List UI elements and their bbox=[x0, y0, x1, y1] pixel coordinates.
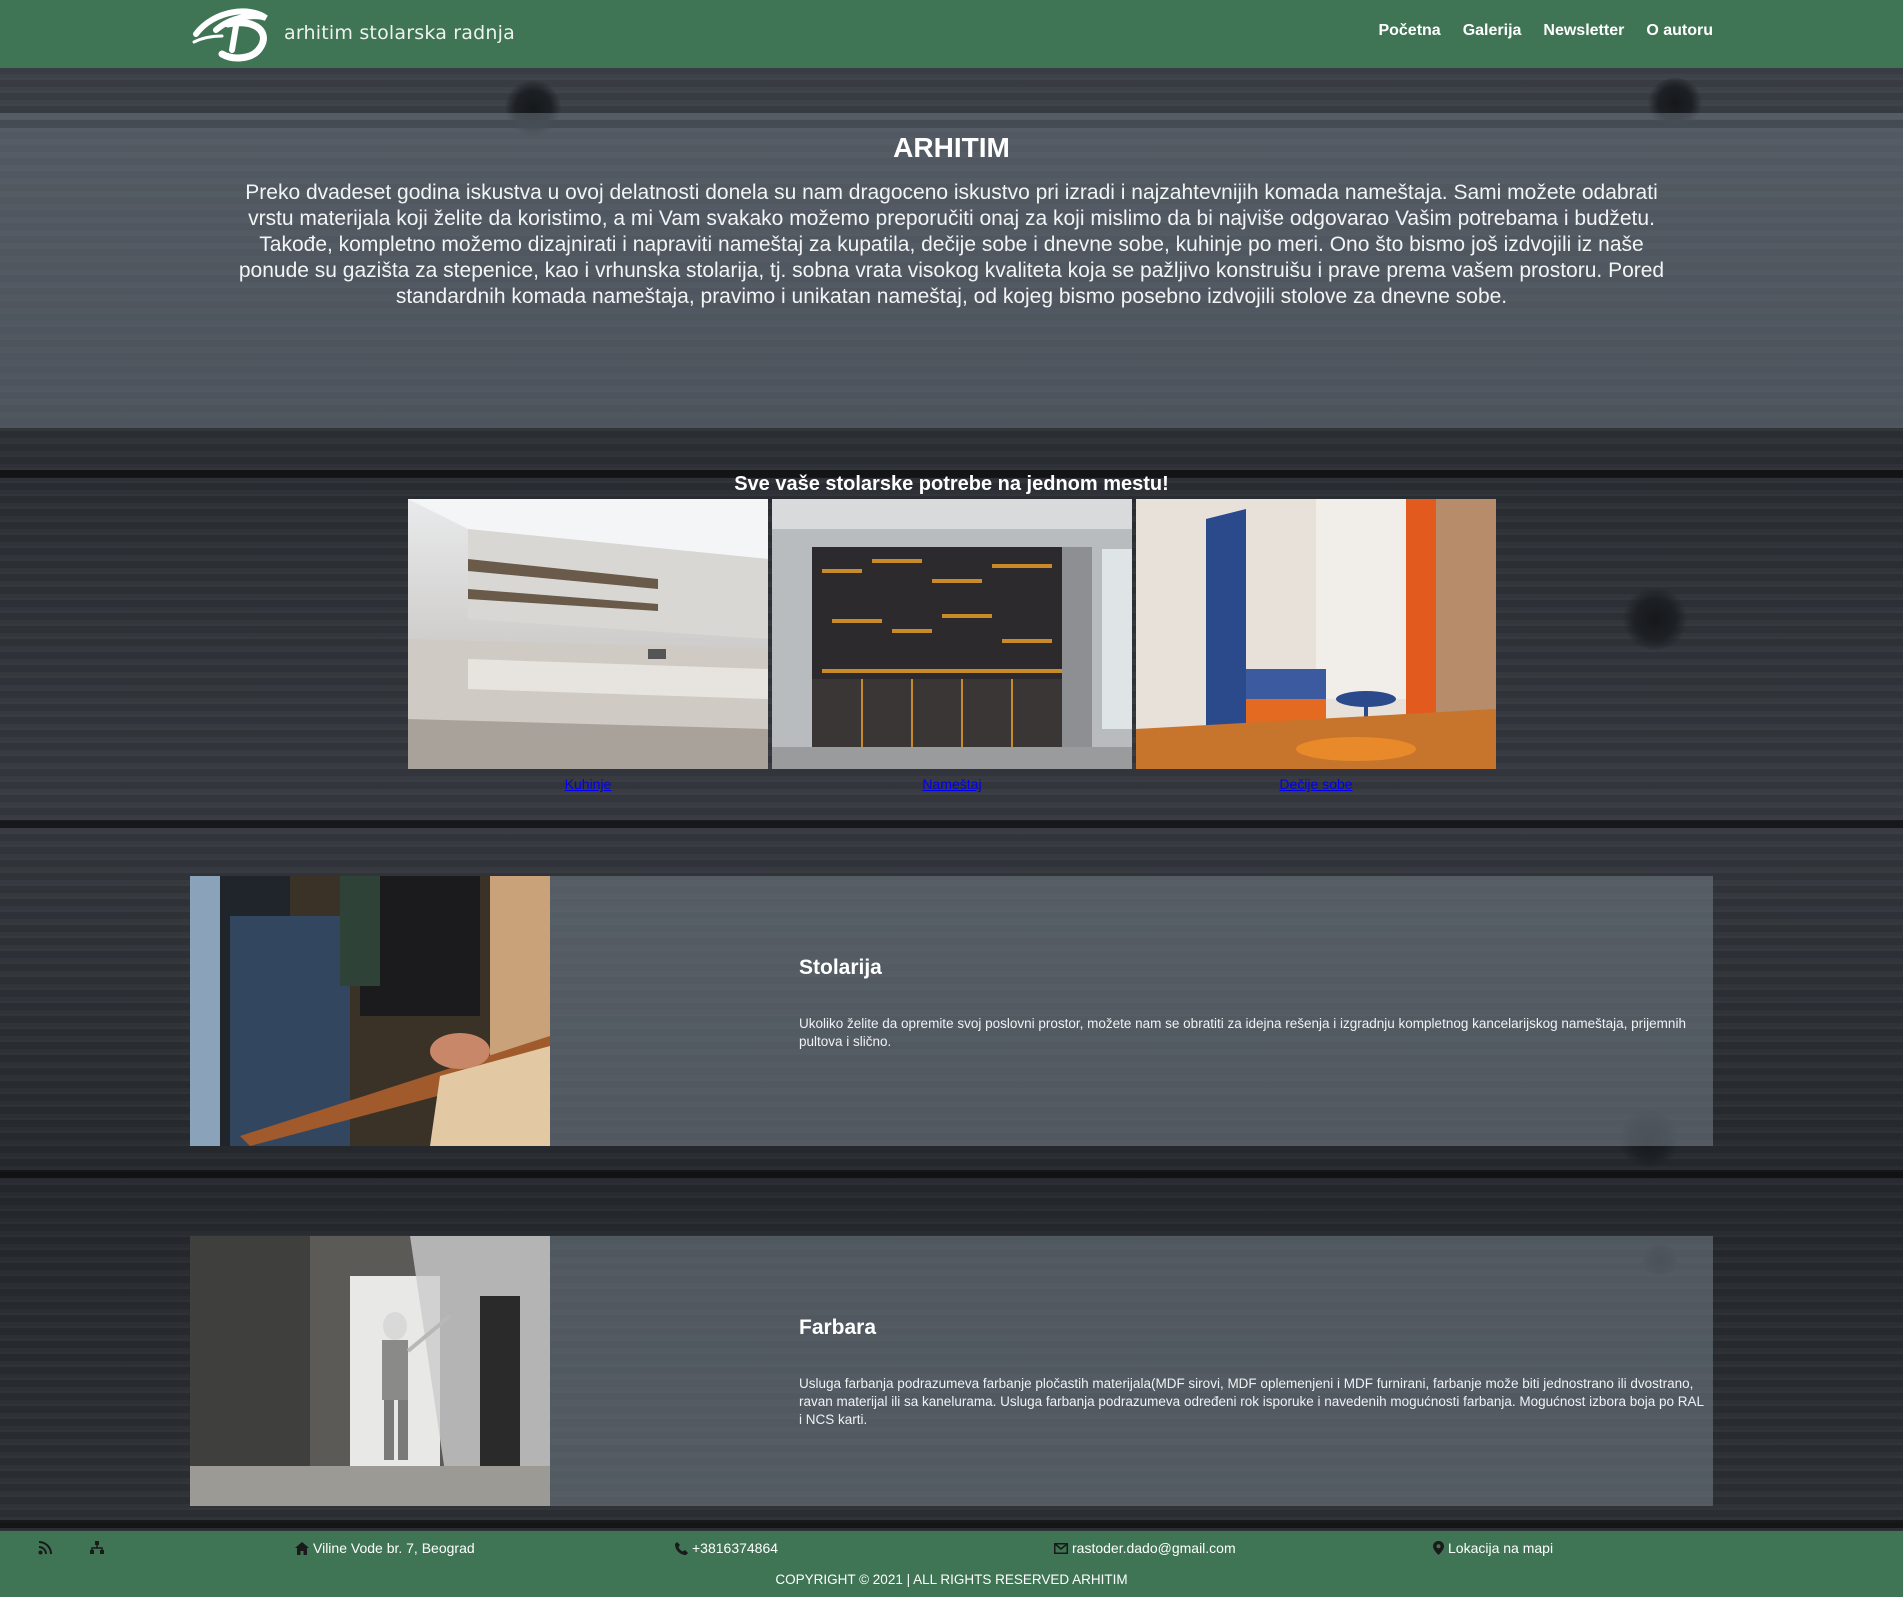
home-icon bbox=[295, 1541, 309, 1555]
site-header: arhitim stolarska radnja Početna Galerij… bbox=[0, 0, 1903, 68]
map-pin-icon bbox=[1433, 1541, 1444, 1555]
mail-icon bbox=[1054, 1542, 1068, 1554]
sitemap-icon[interactable] bbox=[90, 1541, 104, 1560]
main-nav: Početna Galerija Newsletter O autoru bbox=[1378, 22, 1713, 40]
category-label: Kuhinje bbox=[564, 776, 612, 792]
service-title: Farbara bbox=[799, 1316, 877, 1339]
email-text: rastoder.dado@gmail.com bbox=[1072, 1540, 1236, 1556]
painting-photo bbox=[190, 1236, 550, 1506]
footer-phone[interactable]: +3816374864 bbox=[675, 1540, 778, 1556]
category-gallery: Kuhinje Nameštaj Dečije sobe bbox=[408, 499, 1496, 792]
categories-heading: Sve vaše stolarske potrebe na jednom mes… bbox=[734, 473, 1169, 495]
copyright-text: COPYRIGHT © 2021 | ALL RIGHTS RESERVED A… bbox=[775, 1572, 1128, 1587]
rss-icon[interactable] bbox=[38, 1541, 52, 1560]
carpentry-photo bbox=[190, 876, 550, 1146]
brand-name: arhitim stolarska radnja bbox=[284, 22, 515, 44]
service-stolarija: Stolarija Ukoliko želite da opremite svo… bbox=[190, 876, 1713, 1146]
intro-text: Preko dvadeset godina iskustva u ovoj de… bbox=[238, 181, 1665, 308]
logo-icon bbox=[192, 8, 268, 62]
page-title: ARHITIM bbox=[893, 132, 1010, 163]
footer-email[interactable]: rastoder.dado@gmail.com bbox=[1054, 1540, 1236, 1556]
service-title: Stolarija bbox=[799, 956, 882, 979]
phone-icon bbox=[675, 1541, 688, 1555]
nav-link-newsletter[interactable]: Newsletter bbox=[1543, 22, 1624, 40]
category-card-decije-sobe[interactable]: Dečije sobe bbox=[1136, 499, 1496, 792]
kitchen-image bbox=[408, 499, 768, 769]
furniture-image bbox=[772, 499, 1132, 769]
nav-link-o-autoru[interactable]: O autoru bbox=[1646, 22, 1713, 40]
footer-map-link[interactable]: Lokacija na mapi bbox=[1433, 1540, 1553, 1556]
category-card-kuhinje[interactable]: Kuhinje bbox=[408, 499, 768, 792]
service-description: Usluga farbanja podrazumeva farbanje plo… bbox=[799, 1376, 1704, 1427]
nav-link-pocetna[interactable]: Početna bbox=[1378, 22, 1440, 40]
site-footer: Viline Vode br. 7, Beograd +3816374864 r… bbox=[0, 1531, 1903, 1597]
phone-text: +3816374864 bbox=[692, 1540, 779, 1556]
category-card-namestaj[interactable]: Nameštaj bbox=[772, 499, 1132, 792]
category-label: Nameštaj bbox=[922, 776, 982, 792]
category-label: Dečije sobe bbox=[1279, 776, 1353, 792]
address-text: Viline Vode br. 7, Beograd bbox=[313, 1540, 475, 1556]
service-farbara: Farbara Usluga farbanja podrazumeva farb… bbox=[190, 1236, 1713, 1506]
intro-section: ARHITIM Preko dvadeset godina iskustva u… bbox=[0, 113, 1903, 428]
footer-address: Viline Vode br. 7, Beograd bbox=[295, 1540, 475, 1556]
brand-logo[interactable]: arhitim stolarska radnja bbox=[192, 4, 515, 62]
wood-knot bbox=[1622, 588, 1688, 650]
kids-room-image bbox=[1136, 499, 1496, 769]
map-link-text: Lokacija na mapi bbox=[1448, 1540, 1554, 1556]
nav-link-galerija[interactable]: Galerija bbox=[1463, 22, 1522, 40]
service-description: Ukoliko želite da opremite svoj poslovni… bbox=[799, 1016, 1686, 1049]
